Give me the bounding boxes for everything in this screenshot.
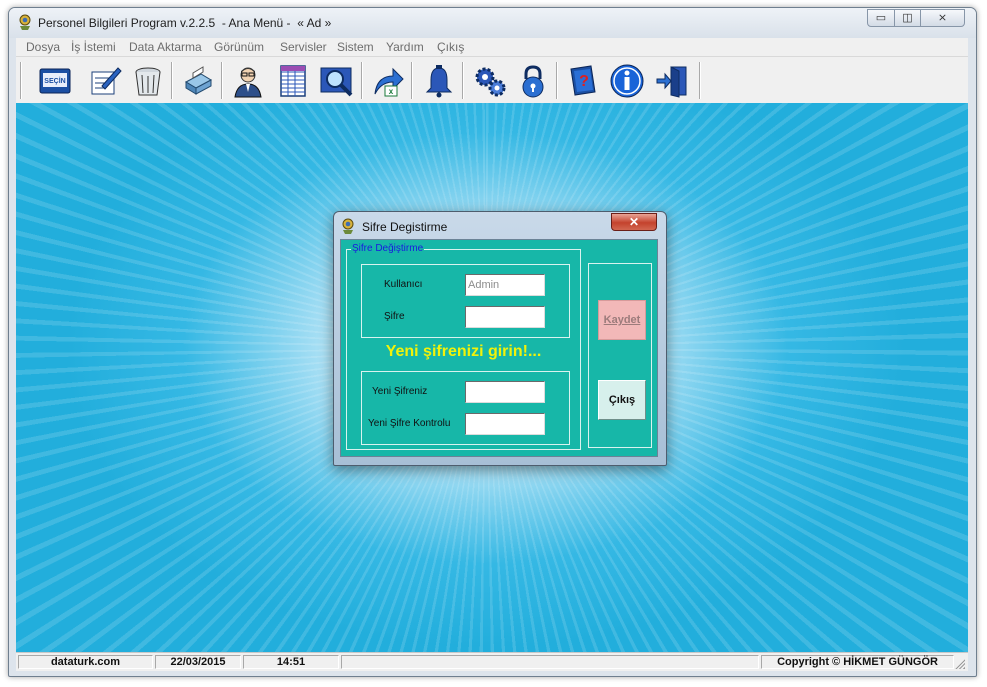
resize-grip[interactable] (954, 658, 965, 669)
toolbar-button-secin[interactable]: SEÇİN (36, 62, 74, 100)
toolbar-separator (221, 62, 223, 99)
toolbar-separator (171, 62, 173, 99)
exit-door-icon (656, 66, 687, 98)
edit-document-icon (91, 67, 122, 95)
toolbar-button-export[interactable]: x (369, 62, 407, 100)
toolbar-button-print[interactable] (179, 62, 217, 100)
app-logo-icon (342, 218, 354, 234)
save-button-label: Kaydet (603, 314, 641, 326)
password-group: Şifre Değiştirme Kullanıcı Şifre Yeni şi… (346, 242, 581, 450)
toolbar-separator (556, 62, 558, 99)
exit-button[interactable]: Çıkış (598, 380, 646, 420)
buttons-box: Kaydet Çıkış (588, 263, 652, 448)
toolbar-button-lock[interactable] (514, 62, 552, 100)
toolbar-button-exit[interactable] (653, 62, 691, 100)
spreadsheet-icon (280, 65, 306, 97)
toolbar-button-delete[interactable] (129, 62, 167, 100)
password-label: Şifre (384, 311, 405, 322)
toolbar-button-report[interactable] (274, 62, 312, 100)
toolbar-button-info[interactable] (608, 62, 646, 100)
window-title: Personel Bilgileri Program v.2.2.5 - Ana… (38, 16, 332, 30)
menu-gorunum[interactable]: Görünüm (214, 40, 264, 54)
confirm-password-label: Yeni Şifre Kontrolu (368, 418, 451, 429)
bell-icon (425, 65, 453, 98)
confirm-password-field[interactable] (465, 413, 545, 435)
status-bar: dataturk.com 22/03/2015 14:51 Copyright … (16, 652, 968, 671)
toolbar-button-help[interactable]: ? (564, 62, 602, 100)
toolbar-separator (462, 62, 464, 99)
menu-sistem[interactable]: Sistem (337, 40, 374, 54)
toolbar-button-search[interactable] (318, 62, 356, 100)
user-profile-icon (234, 67, 262, 98)
group-title: Şifre Değiştirme (351, 242, 425, 256)
menu-yardim[interactable]: Yardım (386, 40, 424, 54)
toolbar-separator (20, 62, 22, 99)
info-icon (610, 64, 644, 98)
secin-label: SEÇİN (44, 77, 65, 85)
search-magnifier-icon (320, 67, 353, 97)
user-label: Kullanıcı (384, 279, 423, 290)
dialog-body: Şifre Değiştirme Kullanıcı Şifre Yeni şi… (340, 239, 658, 457)
padlock-icon (522, 65, 544, 98)
help-book-icon: ? (570, 65, 596, 96)
trash-bin-icon (135, 67, 161, 96)
menu-cikis[interactable]: Çıkış (437, 40, 464, 54)
menu-data-aktarma[interactable]: Data Aktarma (129, 40, 202, 54)
status-copyright: Copyright © HİKMET GÜNGÖR (761, 655, 954, 669)
toolbar-button-alarm[interactable] (420, 62, 458, 100)
secin-book-icon: SEÇİN (39, 68, 71, 94)
app-logo-icon (19, 14, 31, 30)
password-field[interactable] (465, 306, 545, 328)
menu-dosya[interactable]: Dosya (26, 40, 60, 54)
new-password-prompt: Yeni şifrenizi girin!... (385, 343, 542, 360)
dialog-close-button[interactable]: ✕ (611, 213, 657, 231)
menu-is-istemi[interactable]: İş İstemi (71, 40, 116, 54)
toolbar-button-settings[interactable] (471, 62, 509, 100)
settings-gears-icon (475, 67, 506, 97)
svg-text:?: ? (579, 73, 589, 90)
status-empty-panel (341, 655, 759, 669)
toolbar-button-edit[interactable] (86, 62, 124, 100)
svg-text:x: x (389, 87, 394, 96)
new-password-label: Yeni Şifreniz (372, 386, 428, 397)
toolbar: SEÇİN x ? (16, 56, 968, 104)
save-button[interactable]: Kaydet (598, 300, 646, 340)
title-bar[interactable]: Personel Bilgileri Program v.2.2.5 - Ana… (9, 8, 976, 38)
maximize-button[interactable]: ◫ (894, 9, 921, 27)
toolbar-button-personnel[interactable] (229, 62, 267, 100)
new-password-field[interactable] (465, 381, 545, 403)
minimize-button[interactable]: ▭ (867, 9, 895, 27)
menu-bar: Dosya İş İstemi Data Aktarma Görünüm Ser… (16, 38, 968, 56)
menu-servisler[interactable]: Servisler (280, 40, 327, 54)
status-date: 22/03/2015 (155, 655, 241, 669)
toolbar-separator (361, 62, 363, 99)
toolbar-separator (699, 62, 701, 99)
status-site: dataturk.com (18, 655, 153, 669)
password-dialog: Sifre Degistirme ✕ Şifre Değiştirme Kull… (333, 211, 667, 466)
dialog-title-bar[interactable]: Sifre Degistirme ✕ (334, 212, 666, 239)
exit-button-label: Çıkış (608, 394, 636, 406)
new-password-box: Yeni Şifreniz Yeni Şifre Kontrolu (361, 371, 570, 445)
close-button[interactable]: ⨯ (920, 9, 965, 27)
user-field[interactable] (465, 274, 545, 296)
dialog-title: Sifre Degistirme (362, 220, 448, 234)
printer-icon (184, 66, 213, 95)
export-arrow-icon: x (374, 67, 404, 97)
current-credentials-box: Kullanıcı Şifre (361, 264, 570, 338)
status-time: 14:51 (243, 655, 339, 669)
toolbar-separator (411, 62, 413, 99)
